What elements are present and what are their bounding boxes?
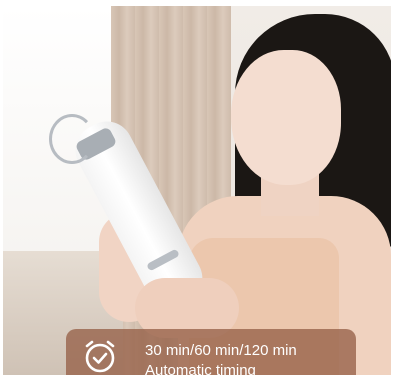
model-face — [231, 50, 341, 185]
caption-feature-title: Automatic timing — [145, 362, 256, 379]
device-cable — [49, 114, 95, 164]
caption-timer-options: 30 min/60 min/120 min — [145, 342, 297, 359]
product-photo — [3, 6, 391, 375]
alarm-clock-check-icon — [85, 340, 115, 373]
